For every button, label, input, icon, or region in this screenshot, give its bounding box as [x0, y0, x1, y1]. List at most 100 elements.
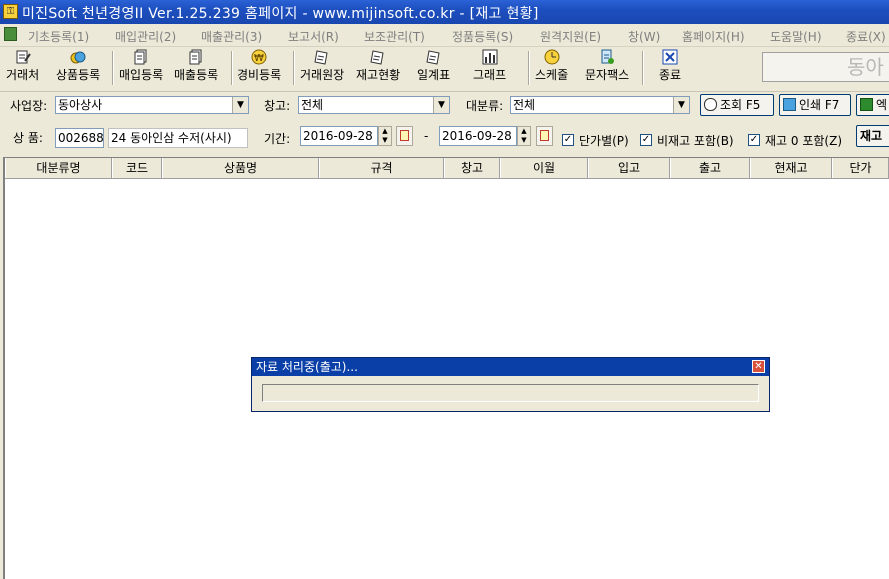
- category-select-value: 전체: [513, 98, 536, 112]
- menu-aux[interactable]: 보조관리(T): [364, 28, 425, 45]
- excel-button[interactable]: 엑: [856, 94, 889, 116]
- menu-window[interactable]: 창(W): [628, 28, 660, 45]
- date-to-spinner[interactable]: ▲ ▼: [517, 126, 531, 146]
- toolbar-exit-button[interactable]: 종료: [659, 49, 681, 87]
- toolbar-graph-label: 그래프: [473, 68, 507, 82]
- calendar-to-button[interactable]: [536, 126, 553, 146]
- search-button-label: 조회 F5: [720, 98, 761, 112]
- toolbar-sales-button[interactable]: 매출등록: [174, 49, 218, 87]
- toolbar-schedule-button[interactable]: 스케줄: [535, 49, 568, 87]
- site-label: 사업장:: [10, 99, 48, 113]
- mdi-child-icon[interactable]: [4, 27, 17, 41]
- product-code-field[interactable]: 002688: [55, 128, 104, 148]
- svg-text:₩: ₩: [254, 53, 264, 64]
- column-header[interactable]: 현재고: [750, 158, 832, 178]
- toolbar-purchase-button[interactable]: 매입등록: [119, 49, 163, 87]
- calendar-icon: [540, 130, 549, 141]
- menu-homepage[interactable]: 홈페이지(H): [682, 28, 745, 45]
- toolbar-sales-label: 매출등록: [174, 68, 219, 82]
- product-name-field[interactable]: 24 동아인삼 수저(사시): [108, 128, 248, 148]
- category-label: 대분류:: [466, 99, 504, 113]
- title-bar: ⚿ 미진Soft 천년경영II Ver.1.25.239 홈페이지 - www.…: [0, 0, 889, 24]
- stock-button[interactable]: 재고: [856, 125, 889, 147]
- menu-remote[interactable]: 원격지원(E): [540, 28, 601, 45]
- date-from-spinner[interactable]: ▲ ▼: [378, 126, 392, 146]
- filter-row: 사업장: 동아상사 ▼ 창고: 전체 ▼ 대분류: 전체 ▼ 조회 F5 인쇄 …: [0, 91, 889, 120]
- column-header[interactable]: 이월: [500, 158, 588, 178]
- menu-help[interactable]: 도움말(H): [770, 28, 822, 45]
- warehouse-select-value: 전체: [301, 98, 324, 112]
- toolbar-product-label: 상품등록: [56, 68, 101, 82]
- print-button[interactable]: 인쇄 F7: [779, 94, 851, 116]
- menu-purchase[interactable]: 매입관리(2): [115, 28, 176, 45]
- column-header[interactable]: 대분류명: [5, 158, 112, 178]
- progress-dialog: 자료 처리중(출고)... ✕: [251, 357, 770, 412]
- bar-chart-icon: [482, 49, 498, 65]
- date-from-field[interactable]: 2016-09-28: [300, 126, 378, 146]
- toolbar-sms-fax-label: 문자팩스: [585, 68, 630, 82]
- chevron-down-icon[interactable]: ▼: [673, 97, 689, 113]
- excel-button-label: 엑: [876, 98, 888, 112]
- column-header[interactable]: 코드: [112, 158, 162, 178]
- document-icon: [134, 49, 147, 65]
- toolbar-separator: [528, 51, 530, 85]
- report-icon: [314, 50, 328, 65]
- unit-price-checkbox[interactable]: ✓: [562, 134, 574, 146]
- site-select-value: 동아상사: [58, 98, 103, 112]
- date-range-separator: -: [424, 129, 429, 143]
- table-header: 대분류명 코드 상품명 규격 창고 이월 입고 출고 현재고 단가: [5, 158, 889, 179]
- non-stock-label: 비재고 포함(B): [657, 134, 734, 148]
- toolbar-client-button[interactable]: 거래처: [6, 49, 39, 87]
- toolbar-graph-button[interactable]: 그래프: [473, 49, 506, 87]
- toolbar-expense-label: 경비등록: [237, 68, 282, 82]
- category-select[interactable]: 전체 ▼: [510, 96, 690, 114]
- column-header[interactable]: 입고: [588, 158, 670, 178]
- toolbar-separator: [231, 51, 233, 85]
- toolbar-ledger-label: 거래원장: [300, 68, 345, 82]
- message-icon: [601, 49, 615, 64]
- print-button-label: 인쇄 F7: [799, 98, 840, 112]
- toolbar-schedule-label: 스케줄: [535, 68, 569, 82]
- toolbar-ledger-button[interactable]: 거래원장: [300, 49, 344, 87]
- toolbar-separator: [293, 51, 295, 85]
- non-stock-checkbox[interactable]: ✓: [640, 134, 652, 146]
- date-to-field[interactable]: 2016-09-28: [439, 126, 517, 146]
- clock-icon: [544, 49, 560, 65]
- search-button[interactable]: 조회 F5: [700, 94, 774, 116]
- period-label: 기간:: [264, 132, 291, 146]
- toolbar-daily-button[interactable]: 일계표: [417, 49, 450, 87]
- column-header[interactable]: 창고: [444, 158, 500, 178]
- column-header[interactable]: 상품명: [162, 158, 319, 178]
- toolbar: 거래처 상품등록 매입등록 매출등록 ₩ 경비등록 거래원장 재고현황 일계표 …: [0, 47, 889, 89]
- close-icon: [662, 49, 678, 65]
- menu-reports[interactable]: 보고서(R): [288, 28, 339, 45]
- report-icon: [425, 50, 440, 65]
- close-icon[interactable]: ✕: [752, 360, 765, 373]
- zero-stock-checkbox[interactable]: ✓: [748, 134, 760, 146]
- chevron-down-icon[interactable]: ▼: [232, 97, 248, 113]
- menu-exit[interactable]: 종료(X): [846, 28, 886, 45]
- column-header[interactable]: 단가: [832, 158, 889, 178]
- toolbar-product-button[interactable]: 상품등록: [56, 49, 100, 87]
- toolbar-separator: [642, 51, 644, 85]
- menu-sales[interactable]: 매출관리(3): [201, 28, 262, 45]
- calendar-from-button[interactable]: [396, 126, 413, 146]
- toolbar-sms-fax-button[interactable]: 문자팩스: [585, 49, 629, 87]
- column-header[interactable]: 출고: [670, 158, 750, 178]
- app-icon[interactable]: ⚿: [3, 4, 18, 19]
- menu-license[interactable]: 정품등록(S): [452, 28, 513, 45]
- edit-note-icon: [16, 50, 31, 64]
- toolbar-expense-button[interactable]: ₩ 경비등록: [237, 49, 281, 87]
- zero-stock-label: 재고 0 포함(Z): [765, 134, 843, 148]
- toolbar-client-label: 거래처: [6, 68, 40, 82]
- site-select[interactable]: 동아상사 ▼: [55, 96, 249, 114]
- chevron-down-icon[interactable]: ▼: [433, 97, 449, 113]
- toolbar-purchase-label: 매입등록: [119, 68, 164, 82]
- printer-icon: [783, 98, 796, 111]
- calendar-icon: [400, 130, 409, 141]
- toolbar-stock-button[interactable]: 재고현황: [356, 49, 400, 87]
- unit-price-label: 단가별(P): [579, 134, 629, 148]
- menu-basic-register[interactable]: 기초등록(1): [28, 28, 89, 45]
- warehouse-select[interactable]: 전체 ▼: [298, 96, 450, 114]
- column-header[interactable]: 규격: [319, 158, 444, 178]
